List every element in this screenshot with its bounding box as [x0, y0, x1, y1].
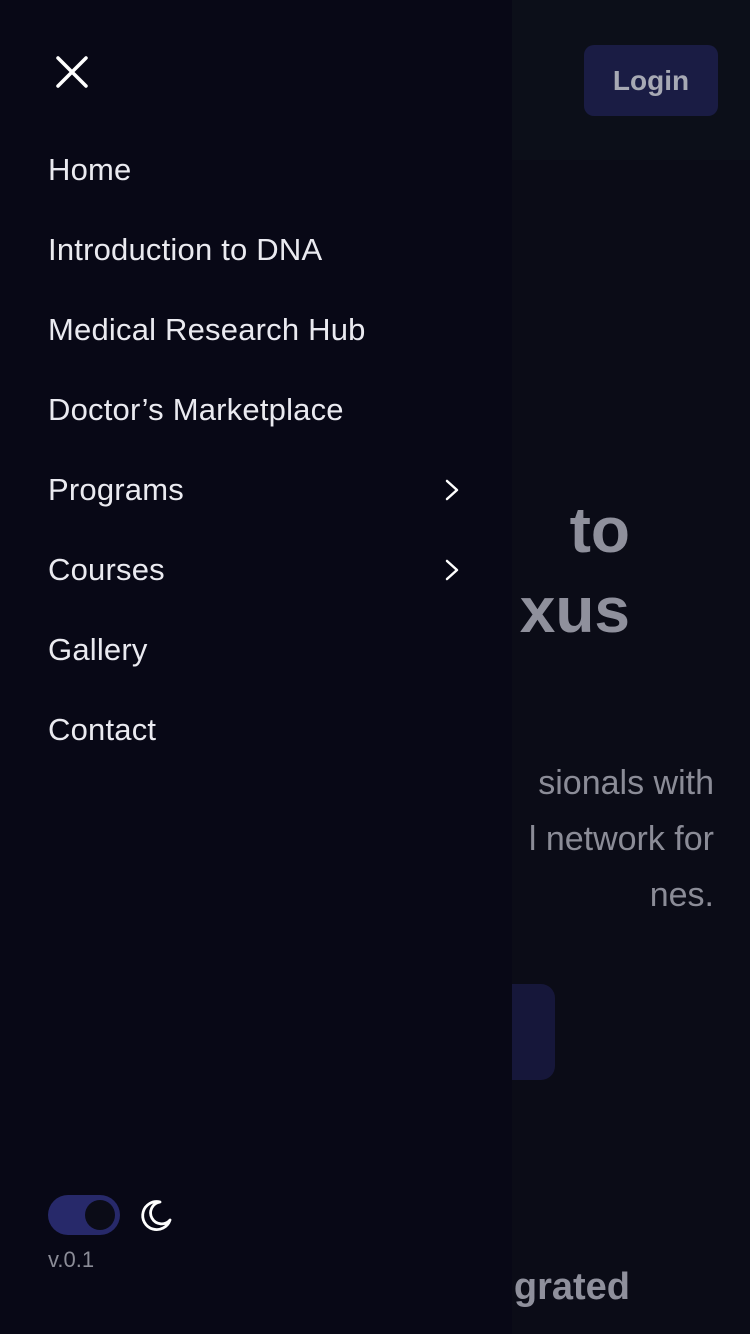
chevron-right-icon[interactable] — [440, 558, 464, 582]
nav-item-label: Programs — [48, 472, 184, 507]
nav-item-gallery[interactable]: Gallery — [0, 610, 512, 690]
chevron-right-icon[interactable] — [440, 478, 464, 502]
nav-item-label: Contact — [48, 712, 157, 747]
nav-item-label: Courses — [48, 552, 165, 587]
nav-item-doctors-marketplace[interactable]: Doctor’s Marketplace — [0, 370, 512, 450]
version-label: v.0.1 — [48, 1247, 95, 1272]
nav-item-label: Introduction to DNA — [48, 232, 323, 267]
nav-item-label: Medical Research Hub — [48, 312, 366, 347]
theme-toggle[interactable] — [48, 1195, 120, 1235]
toggle-knob — [85, 1200, 115, 1230]
nav-item-contact[interactable]: Contact — [0, 690, 512, 770]
nav-item-label: Home — [48, 152, 132, 187]
nav-item-home[interactable]: Home — [0, 130, 512, 210]
login-button[interactable]: Login — [584, 45, 718, 116]
close-icon[interactable] — [44, 44, 100, 100]
nav-item-label: Doctor’s Marketplace — [48, 392, 344, 427]
moon-icon — [138, 1198, 174, 1234]
nav-item-courses[interactable]: Courses — [0, 530, 512, 610]
nav-item-medical-research-hub[interactable]: Medical Research Hub — [0, 290, 512, 370]
nav-item-programs[interactable]: Programs — [0, 450, 512, 530]
nav-item-introduction-to-dna[interactable]: Introduction to DNA — [0, 210, 512, 290]
nav-item-label: Gallery — [48, 632, 148, 667]
nav-menu: Home Introduction to DNA Medical Researc… — [0, 130, 512, 770]
drawer-footer: v.0.1 — [48, 1195, 172, 1272]
nav-drawer: Home Introduction to DNA Medical Researc… — [0, 0, 512, 1334]
